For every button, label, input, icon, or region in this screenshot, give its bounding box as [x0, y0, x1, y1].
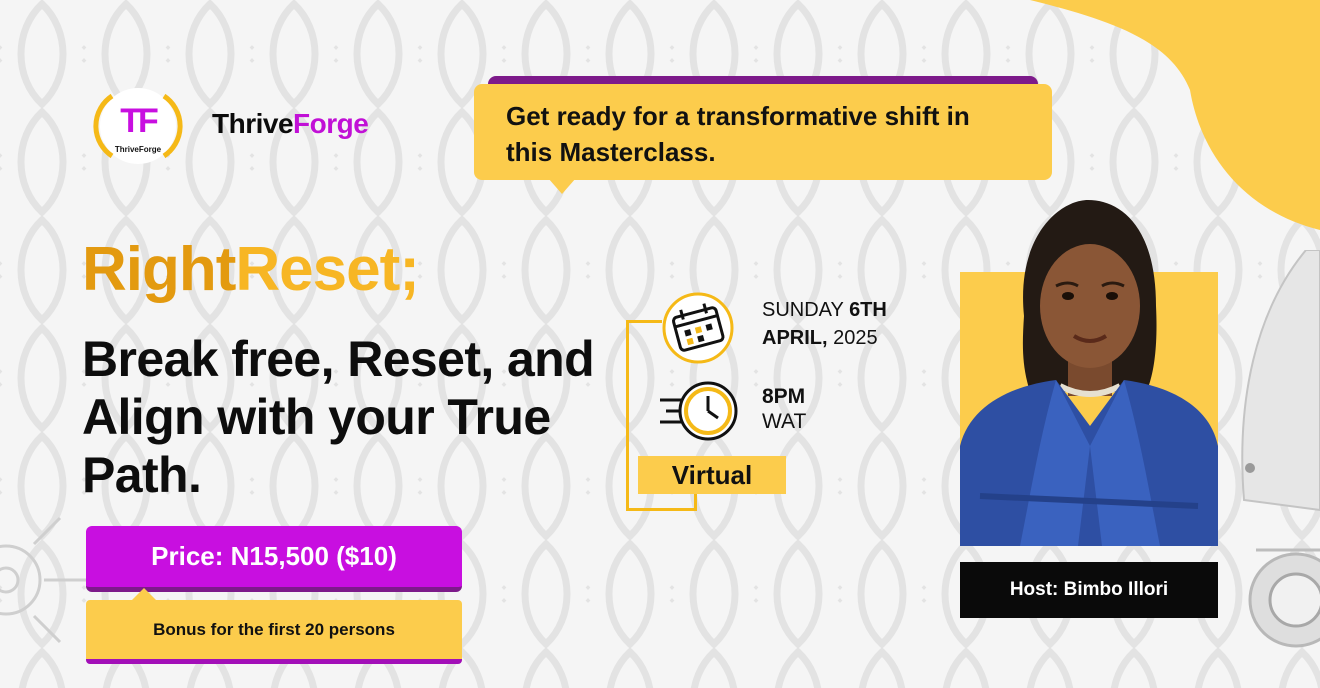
price-tail	[132, 588, 156, 600]
bubble-tail	[548, 178, 576, 194]
event-time: 8PM WAT	[762, 384, 806, 434]
title-part2: Reset;	[235, 235, 420, 304]
date-num: 6TH	[849, 299, 887, 321]
time-zone: WAT	[762, 410, 807, 433]
date-day: SUNDAY	[762, 299, 850, 321]
frame-line	[626, 320, 629, 510]
time-value: 8PM	[762, 385, 806, 408]
brand-name: ThriveForge	[212, 108, 369, 140]
calendar-icon	[662, 292, 734, 364]
host-photo	[960, 200, 1218, 546]
page-title: RightReset;	[82, 232, 420, 308]
brand-name-part2: Forge	[293, 108, 369, 139]
logo-badge-caption: ThriveForge	[115, 145, 162, 154]
date-year: 2025	[827, 327, 878, 349]
host-label: Host: Bimbo Illori	[960, 562, 1218, 618]
price-badge: Price: N15,500 ($10)	[86, 526, 462, 592]
clock-icon	[660, 381, 738, 441]
logo-badge-letters: TF	[120, 102, 158, 140]
date-month: APRIL,	[762, 327, 828, 349]
gear-icon	[0, 516, 86, 644]
brand-name-part1: Thrive	[212, 108, 294, 139]
rocket-icon	[1241, 250, 1320, 648]
frame-line	[626, 320, 662, 323]
intro-bubble: Get ready for a transformative shift in …	[474, 84, 1052, 180]
frame-line	[694, 494, 697, 511]
bonus-badge: Bonus for the first 20 persons	[86, 600, 462, 664]
brand-logo: TF ThriveForge	[93, 88, 183, 164]
event-mode-badge: Virtual	[638, 456, 786, 494]
page-subtitle: Break free, Reset, and Align with your T…	[82, 331, 595, 503]
frame-line	[626, 508, 696, 511]
event-date: SUNDAY 6TH APRIL, 2025	[762, 296, 887, 352]
title-part1: Right	[82, 235, 236, 304]
